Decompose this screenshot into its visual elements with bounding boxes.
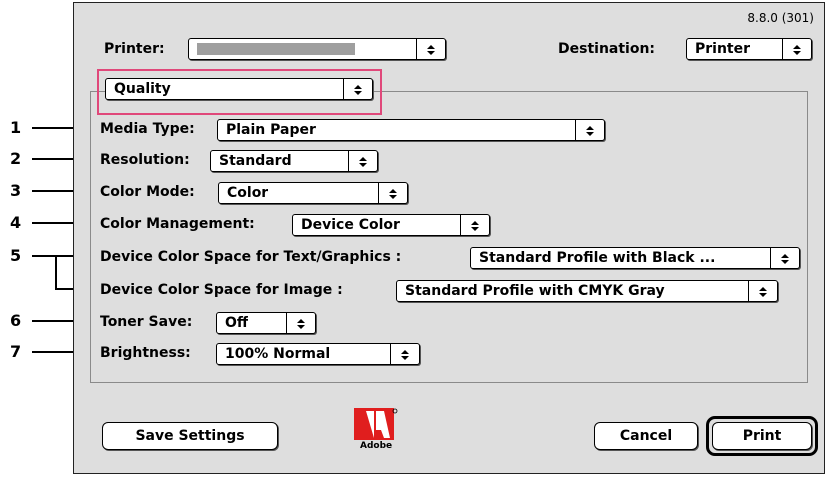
- popup-arrows-icon: [460, 215, 489, 235]
- popup-arrows-icon: [575, 120, 604, 140]
- callout-4: 4: [10, 213, 22, 232]
- destination-popup[interactable]: Printer: [686, 38, 812, 60]
- version-label: 8.8.0 (301): [747, 11, 814, 25]
- popup-arrows-icon: [782, 39, 811, 59]
- cancel-button[interactable]: Cancel: [594, 422, 698, 450]
- toner-save-label: Toner Save:: [100, 314, 193, 330]
- image-color-space-popup[interactable]: Standard Profile with CMYK Gray: [396, 280, 778, 302]
- brightness-value: 100% Normal: [225, 346, 331, 362]
- print-button[interactable]: Print: [712, 422, 812, 450]
- text-graphics-color-space-popup[interactable]: Standard Profile with Black ...: [470, 247, 800, 269]
- callout-7: 7: [10, 342, 22, 361]
- color-management-popup[interactable]: Device Color: [292, 214, 490, 236]
- media-type-label: Media Type:: [100, 121, 195, 137]
- popup-arrows-icon: [286, 313, 315, 333]
- printer-popup[interactable]: [188, 38, 446, 60]
- brightness-label: Brightness:: [100, 345, 191, 361]
- media-type-value: Plain Paper: [226, 122, 316, 138]
- panel-popup[interactable]: Quality: [105, 78, 373, 100]
- adobe-logo: Adobe: [354, 408, 398, 454]
- destination-label: Destination:: [558, 41, 656, 57]
- color-mode-popup[interactable]: Color: [218, 182, 408, 204]
- color-mode-value: Color: [227, 185, 269, 201]
- resolution-value: Standard: [219, 153, 292, 169]
- print-dialog: 8.8.0 (301) Printer: Destination: Printe…: [73, 2, 825, 474]
- popup-arrows-icon: [748, 281, 777, 301]
- toner-save-value: Off: [225, 315, 249, 331]
- panel-popup-value: Quality: [114, 81, 171, 97]
- brightness-popup[interactable]: 100% Normal: [216, 343, 420, 365]
- callout-5: 5: [10, 246, 22, 265]
- popup-arrows-icon: [416, 39, 445, 59]
- media-type-popup[interactable]: Plain Paper: [217, 119, 605, 141]
- popup-arrows-icon: [770, 248, 799, 268]
- callout-1: 1: [10, 118, 22, 137]
- resolution-label: Resolution:: [100, 152, 190, 168]
- save-settings-button[interactable]: Save Settings: [102, 422, 278, 450]
- toner-save-popup[interactable]: Off: [216, 312, 316, 334]
- popup-arrows-icon: [343, 79, 372, 99]
- text-graphics-color-space-value: Standard Profile with Black ...: [479, 250, 716, 266]
- text-graphics-color-space-label: Device Color Space for Text/Graphics :: [100, 249, 402, 265]
- color-mode-label: Color Mode:: [100, 184, 195, 200]
- color-management-label: Color Management:: [100, 216, 255, 232]
- printer-label: Printer:: [104, 41, 165, 57]
- callout-2: 2: [10, 149, 22, 168]
- resolution-popup[interactable]: Standard: [210, 150, 378, 172]
- image-color-space-value: Standard Profile with CMYK Gray: [405, 283, 665, 299]
- callout-3: 3: [10, 181, 22, 200]
- color-management-value: Device Color: [301, 217, 400, 233]
- image-color-space-label: Device Color Space for Image :: [100, 282, 343, 298]
- popup-arrows-icon: [348, 151, 377, 171]
- destination-value: Printer: [695, 41, 751, 57]
- callout-6: 6: [10, 311, 22, 330]
- printer-name-redacted: [197, 43, 355, 55]
- popup-arrows-icon: [390, 344, 419, 364]
- popup-arrows-icon: [378, 183, 407, 203]
- adobe-logo-text: Adobe: [360, 441, 393, 451]
